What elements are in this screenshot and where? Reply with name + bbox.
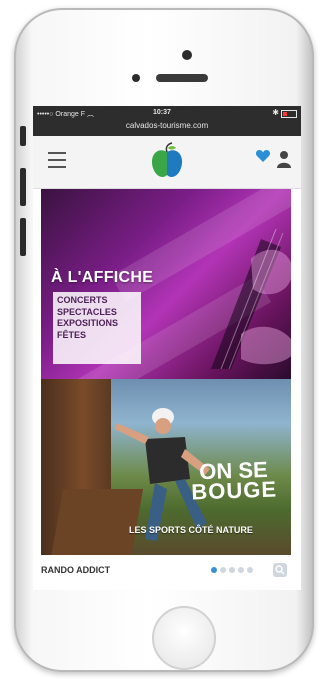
banner-title: À L'AFFICHE [51, 269, 154, 286]
url-bar[interactable]: calvados-tourisme.com [33, 121, 301, 130]
battery-icon [281, 110, 297, 118]
front-camera [182, 50, 192, 60]
status-bar: •••••○ Orange F ︵ 10:37 ✱ calvados-touri… [33, 106, 301, 136]
carousel-dot[interactable] [247, 567, 253, 573]
events-list: CONCERTS SPECTACLES EXPOSITIONS FÊTES [57, 295, 118, 341]
carousel-dot[interactable] [238, 567, 244, 573]
proximity-sensor [132, 74, 140, 82]
phone-screen: •••••○ Orange F ︵ 10:37 ✱ calvados-touri… [33, 106, 301, 590]
title-line-2: BOUGE [190, 476, 278, 505]
on-se-bouge-title: ON SE BOUGE [190, 457, 278, 505]
volume-down-button [20, 218, 26, 256]
search-button[interactable] [273, 563, 287, 577]
guitar-hand-image [211, 228, 291, 369]
site-header [33, 136, 301, 189]
list-item: EXPOSITIONS [57, 318, 119, 328]
carousel-bar: RANDO ADDICT [41, 555, 291, 585]
wifi-icon: ︵ [86, 111, 94, 118]
page-content: À L'AFFICHE CONCERTS SPECTACLES EXPOSITI… [33, 189, 301, 590]
a-l-affiche-banner[interactable]: À L'AFFICHE CONCERTS SPECTACLES EXPOSITI… [41, 189, 291, 379]
carrier-signal: •••••○ Orange F ︵ [37, 109, 94, 119]
earpiece-speaker [156, 74, 208, 82]
carousel-dot[interactable] [229, 567, 235, 573]
banner-subtitle: LES SPORTS CÔTÉ NATURE [129, 525, 253, 535]
carousel-dot[interactable] [220, 567, 226, 573]
list-item: SPECTACLES [57, 306, 117, 317]
list-item: CONCERTS [57, 295, 108, 305]
search-icon [275, 565, 285, 575]
bluetooth-icon: ✱ [272, 108, 279, 117]
apple-logo[interactable] [147, 142, 187, 182]
hamburger-menu-icon[interactable] [48, 152, 66, 168]
volume-up-button [20, 168, 26, 206]
carousel-dots [211, 567, 253, 573]
user-icon[interactable] [277, 150, 291, 168]
status-time: 10:37 [153, 109, 171, 116]
carrier-label: •••••○ Orange F [37, 111, 85, 118]
carousel-dot[interactable] [211, 567, 217, 573]
heart-icon[interactable] [255, 148, 271, 164]
list-item: FÊTES [57, 329, 87, 340]
on-se-bouge-banner[interactable]: ON SE BOUGE LES SPORTS CÔTÉ NATURE [41, 379, 291, 555]
carousel-label[interactable]: RANDO ADDICT [41, 565, 110, 575]
mute-switch [20, 126, 26, 146]
home-button[interactable] [152, 606, 216, 670]
